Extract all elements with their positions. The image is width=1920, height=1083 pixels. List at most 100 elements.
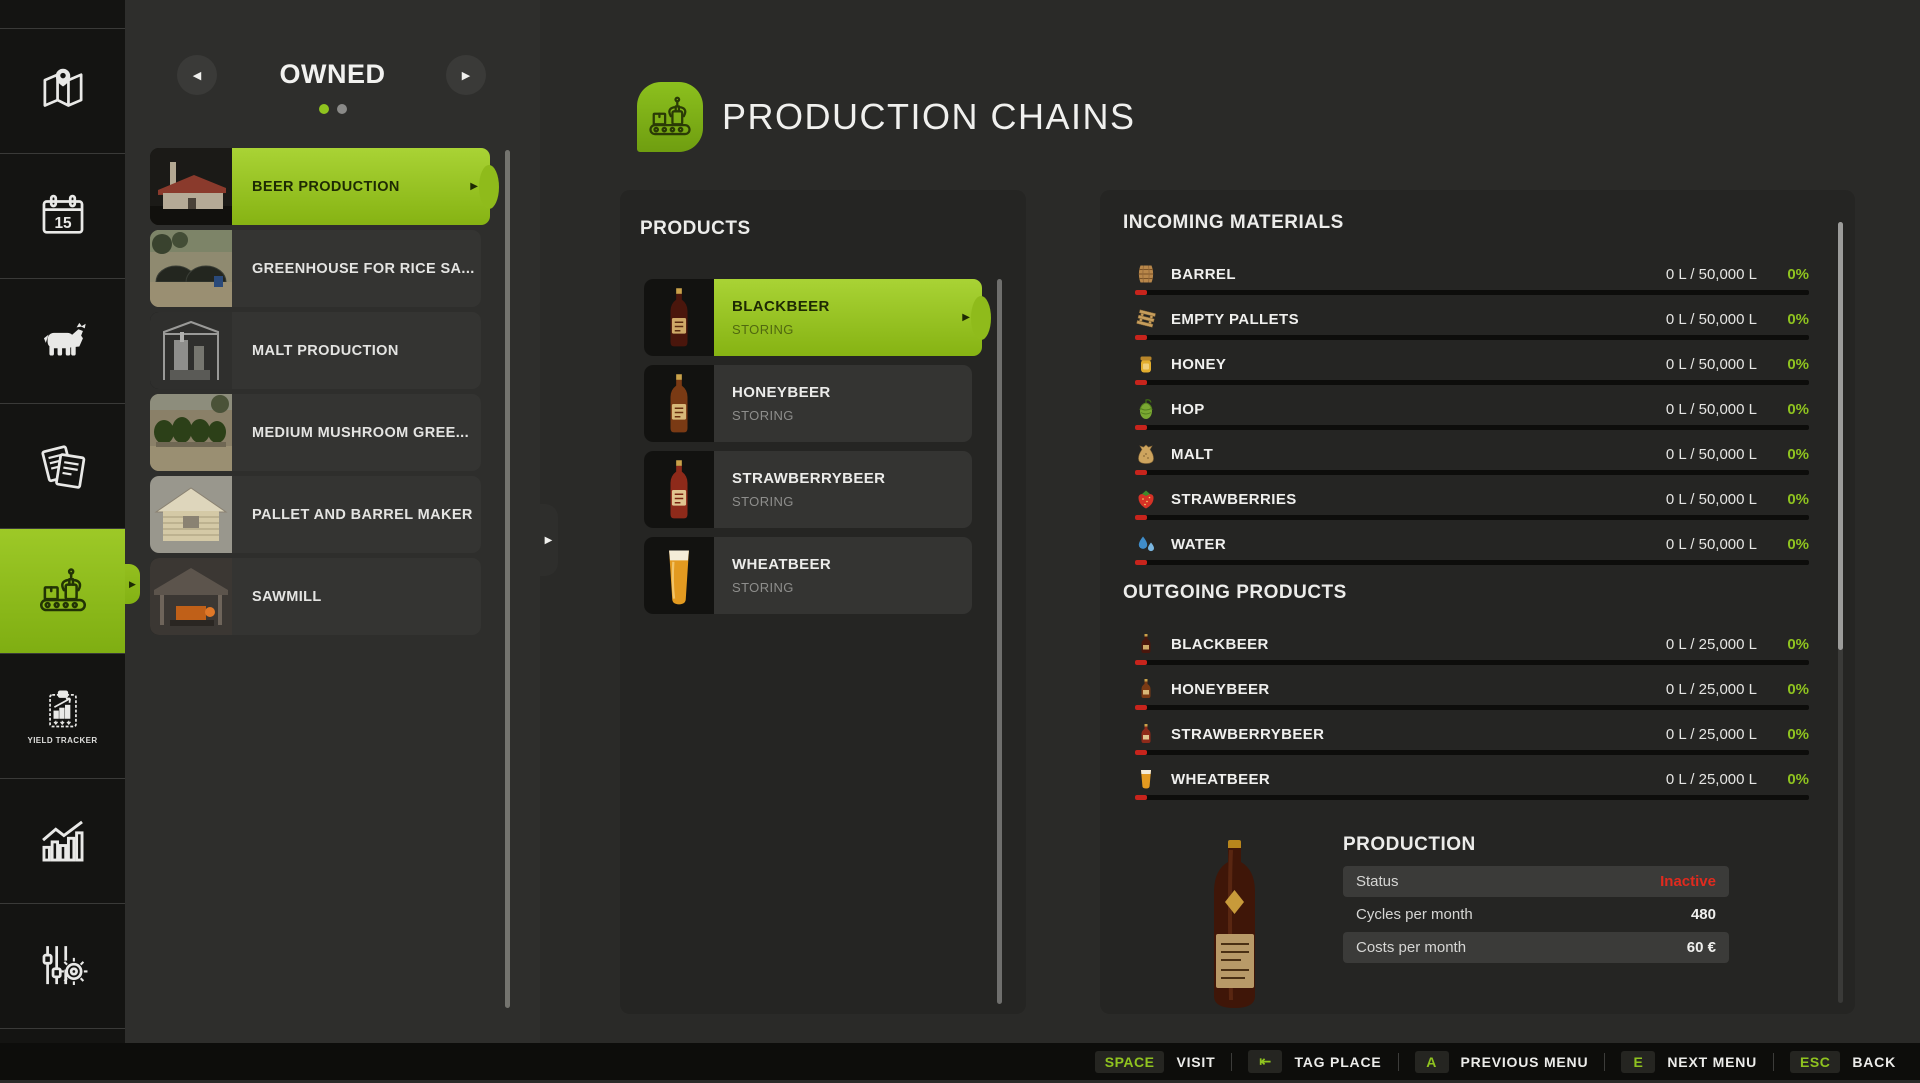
fill-bar-value [1135, 660, 1147, 665]
owned-item-malt-production[interactable]: MALT PRODUCTION [150, 312, 481, 389]
page-dot[interactable] [337, 104, 347, 114]
tab-yield-tracker[interactable]: YIELD TRACKER [0, 654, 125, 779]
product-status: STORING [732, 494, 972, 509]
tab-key-icon: ⇤ [1248, 1050, 1282, 1073]
production-row-label: Cycles per month [1356, 906, 1473, 923]
tab-production-chains[interactable] [0, 529, 125, 654]
product-fill-percent: 0% [1757, 771, 1809, 788]
product-row-name: STRAWBERRYBEER [1171, 726, 1666, 743]
production-info-table: Status Inactive Cycles per month 480 Cos… [1343, 866, 1729, 965]
material-fill-percent: 0% [1757, 446, 1809, 463]
material-fill-percent: 0% [1757, 401, 1809, 418]
tab-map[interactable] [0, 29, 125, 154]
material-row-empty-pallets: EMPTY PALLETS 0 L / 50,000 L 0% [1135, 305, 1809, 350]
tab-settings[interactable] [0, 904, 125, 1029]
hotkey-label: TAG PLACE [1294, 1054, 1381, 1070]
product-item-honeybeer[interactable]: HONEYBEER STORING [644, 365, 972, 442]
hotkey-tag-place: ⇤ TAG PLACE [1248, 1050, 1381, 1073]
owned-next-page-button[interactable]: ▶ [446, 55, 486, 95]
hop-icon [1135, 398, 1157, 420]
owned-item-label: SAWMILL [252, 589, 322, 605]
owned-item-beer-production[interactable]: BEER PRODUCTION ▶ [150, 148, 490, 225]
settings-sliders-icon [34, 937, 92, 995]
detail-scrollbar-thumb[interactable] [1838, 222, 1843, 650]
material-fill-level: 0 L / 50,000 L [1666, 356, 1757, 373]
owned-panel: ◀ OWNED ▶ BEER PRODUCTION [125, 0, 540, 1080]
product-name: BLACKBEER [732, 298, 982, 315]
owned-panel-expander[interactable]: ▶ [539, 504, 558, 576]
material-fill-percent: 0% [1757, 311, 1809, 328]
product-thumbnail [644, 451, 714, 528]
production-row-label: Costs per month [1356, 939, 1466, 956]
material-row-strawberries: STRAWBERRIES 0 L / 50,000 L 0% [1135, 485, 1809, 530]
production-row-status: Status Inactive [1343, 866, 1729, 897]
arrow-right-icon: ▶ [462, 69, 470, 82]
material-name: EMPTY PALLETS [1171, 311, 1666, 328]
tab-animals[interactable] [0, 279, 125, 404]
owned-item-sawmill[interactable]: SAWMILL [150, 558, 481, 635]
hotkey-divider [1398, 1053, 1399, 1071]
wheatbeer-glass-image [662, 544, 696, 608]
material-row-barrel: BARREL 0 L / 50,000 L 0% [1135, 260, 1809, 305]
fill-bar-value [1135, 560, 1147, 565]
product-row-honeybeer: HONEYBEER 0 L / 25,000 L 0% [1135, 675, 1809, 720]
hotkey-divider [1773, 1053, 1774, 1071]
owned-item-mushroom-greenhouse[interactable]: MEDIUM MUSHROOM GREE... [150, 394, 481, 471]
owned-item-greenhouse-rice[interactable]: GREENHOUSE FOR RICE SA... [150, 230, 481, 307]
fill-bar [1135, 290, 1809, 295]
product-item-blackbeer[interactable]: BLACKBEER STORING ▶ [644, 279, 982, 356]
product-item-wheatbeer[interactable]: WHEATBEER STORING [644, 537, 972, 614]
owned-page-dots [125, 104, 540, 114]
esc-key: ESC [1790, 1051, 1840, 1073]
incoming-materials-list: BARREL 0 L / 50,000 L 0% EMPTY PALLETS 0… [1135, 260, 1809, 575]
product-row-name: HONEYBEER [1171, 681, 1666, 698]
material-name: HONEY [1171, 356, 1666, 373]
product-status: STORING [732, 322, 982, 337]
owned-list: BEER PRODUCTION ▶ GREENHOUSE F [150, 148, 481, 640]
building-thumbnail [150, 148, 232, 225]
building-thumbnail [150, 558, 232, 635]
products-scrollbar[interactable] [997, 279, 1002, 1004]
hotkey-divider [1231, 1053, 1232, 1071]
strawberry-icon [1135, 488, 1157, 510]
hotkey-label: NEXT MENU [1667, 1054, 1757, 1070]
fill-bar [1135, 380, 1809, 385]
tab-calendar[interactable]: 15 [0, 154, 125, 279]
product-fill-level: 0 L / 25,000 L [1666, 771, 1757, 788]
selected-product-bottle-image [1194, 838, 1276, 1014]
owned-pager: ◀ OWNED ▶ [125, 55, 540, 97]
product-item-strawberrybeer[interactable]: STRAWBERRYBEER STORING [644, 451, 972, 528]
statistics-icon [34, 812, 92, 870]
owned-item-label: PALLET AND BARREL MAKER [252, 507, 473, 523]
contracts-icon [34, 437, 92, 495]
material-row-hop: HOP 0 L / 50,000 L 0% [1135, 395, 1809, 440]
yield-tracker-icon [40, 687, 86, 733]
hotkey-next-menu: E NEXT MENU [1621, 1051, 1757, 1073]
detail-scrollbar[interactable] [1838, 222, 1843, 1003]
hotkey-label: PREVIOUS MENU [1461, 1054, 1589, 1070]
water-drops-icon [1135, 533, 1157, 555]
owned-list-scrollbar[interactable] [505, 150, 510, 1008]
strawberrybeer-bottle-icon [1135, 723, 1157, 745]
page-dot-active[interactable] [319, 104, 329, 114]
product-row-strawberrybeer: STRAWBERRYBEER 0 L / 25,000 L 0% [1135, 720, 1809, 765]
production-title: PRODUCTION [1343, 834, 1476, 856]
fill-bar [1135, 425, 1809, 430]
main-menu-iconbar: 15 [0, 0, 125, 1080]
material-fill-level: 0 L / 50,000 L [1666, 401, 1757, 418]
owned-item-pallet-barrel-maker[interactable]: PALLET AND BARREL MAKER [150, 476, 481, 553]
malt-sack-icon [1135, 443, 1157, 465]
tab-contracts[interactable] [0, 404, 125, 529]
material-name: BARREL [1171, 266, 1666, 283]
fill-bar [1135, 705, 1809, 710]
building-thumbnail [150, 312, 232, 389]
tab-statistics[interactable] [0, 779, 125, 904]
calendar-day-text: 15 [54, 215, 72, 232]
product-fill-percent: 0% [1757, 681, 1809, 698]
e-key: E [1621, 1051, 1655, 1073]
product-row-name: WHEATBEER [1171, 771, 1666, 788]
material-fill-level: 0 L / 50,000 L [1666, 491, 1757, 508]
production-detail-panel: INCOMING MATERIALS BARREL 0 L / 50,000 L… [1100, 190, 1855, 1014]
owned-item-label: MALT PRODUCTION [252, 343, 399, 359]
products-list: BLACKBEER STORING ▶ HONEYBEER STORING [644, 279, 972, 623]
